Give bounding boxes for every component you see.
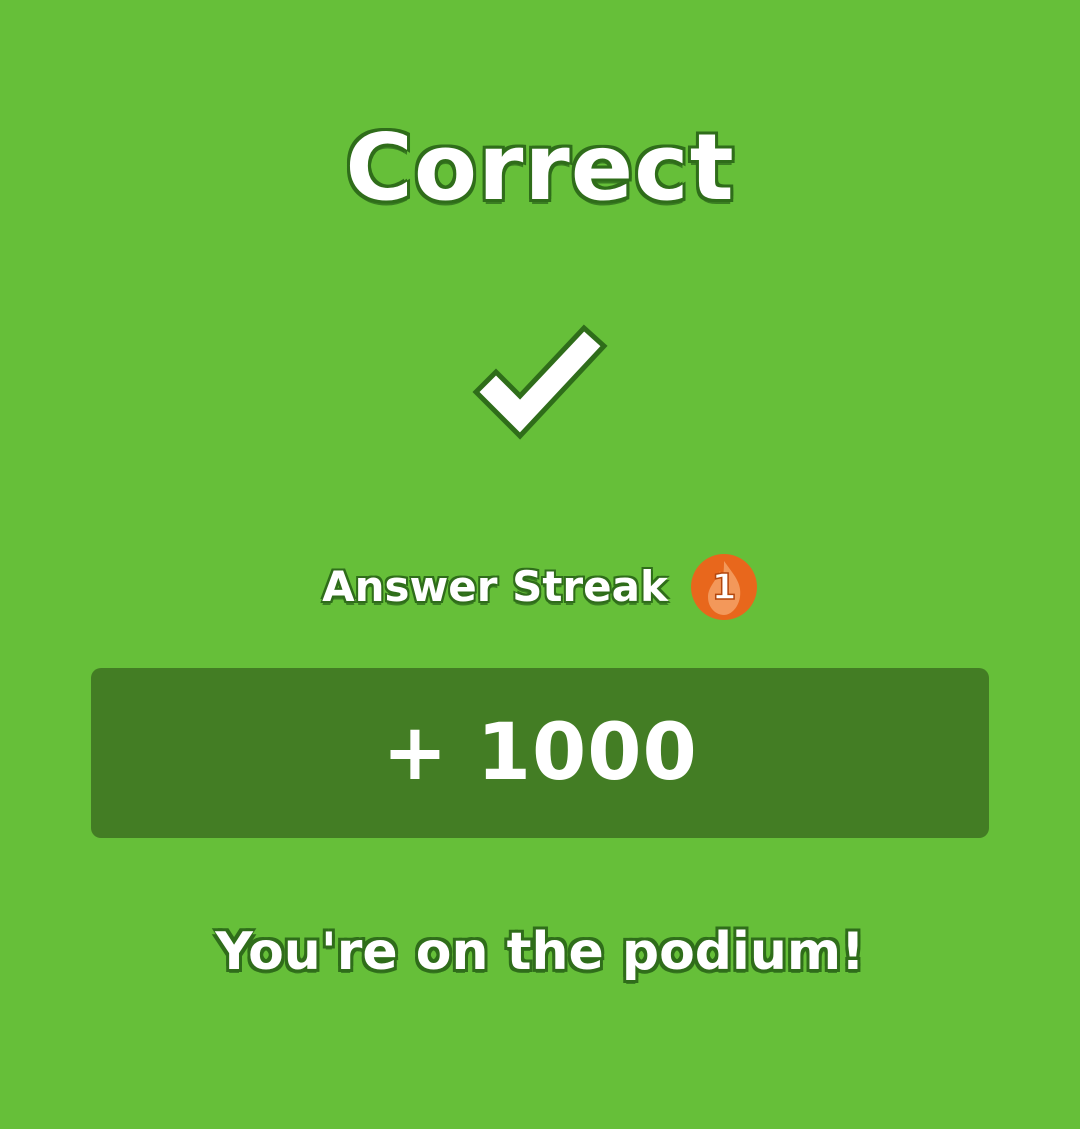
answer-streak: Answer Streak 1 [0, 552, 1080, 622]
flame-icon: 1 [690, 554, 757, 620]
result-title: Correct [345, 114, 735, 221]
rank-message: You're on the podium! [215, 922, 865, 982]
answer-result-screen: Correct Answer Streak 1 + 1000 You're on… [0, 0, 1080, 1129]
streak-badge: 1 [690, 553, 758, 621]
streak-count: 1 [711, 567, 736, 608]
points-earned: + 1000 [382, 708, 698, 798]
answer-streak-label: Answer Streak [322, 562, 668, 611]
checkmark-icon [472, 324, 608, 440]
score-panel: + 1000 [91, 668, 989, 838]
